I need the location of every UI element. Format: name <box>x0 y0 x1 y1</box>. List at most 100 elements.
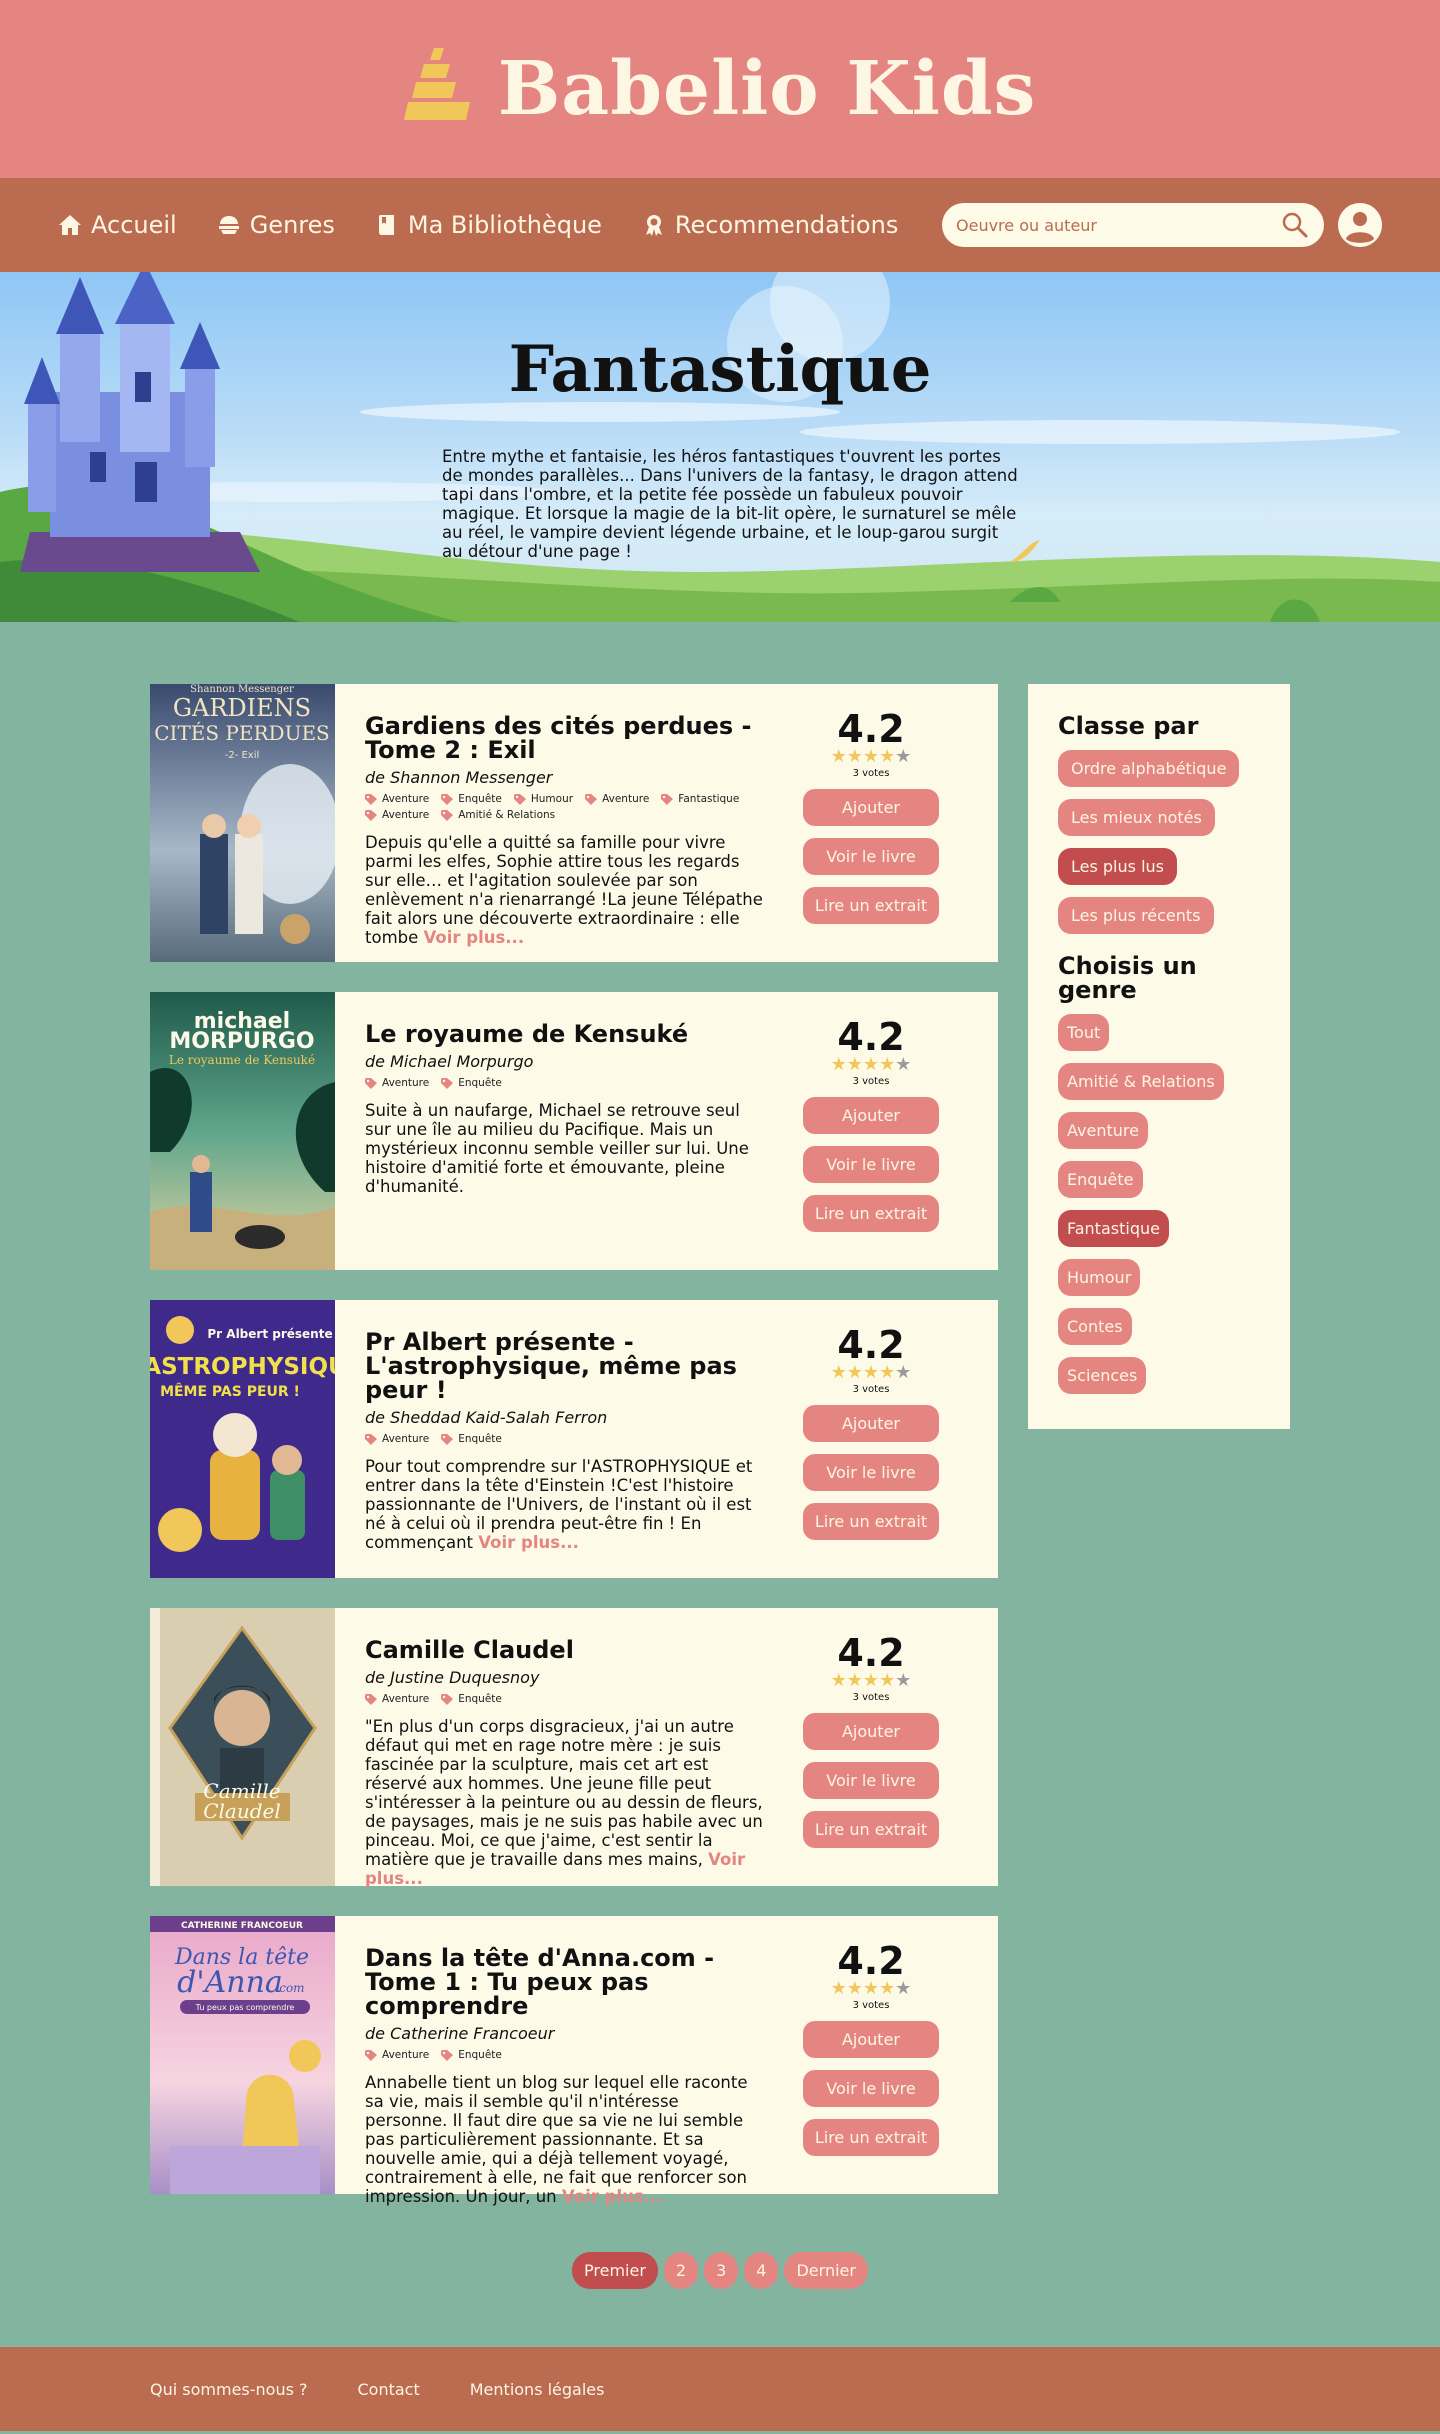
tag[interactable]: Amitié & Relations <box>441 809 555 821</box>
award-icon <box>645 215 662 236</box>
genre-option-fantastique[interactable]: Fantastique <box>1058 1210 1169 1247</box>
footer-link-about[interactable]: Qui sommes-nous ? <box>150 2380 308 2399</box>
tag[interactable]: Enquête <box>441 793 502 805</box>
tag-list: Aventure Enquête Humour Aventure Fantast… <box>365 793 763 821</box>
book-title[interactable]: Dans la tête d'Anna.com - Tome 1 : Tu pe… <box>365 1946 763 2018</box>
book-author[interactable]: de Catherine Francoeur <box>365 2024 763 2043</box>
book-card: CATHERINE FRANCOEUR Dans la tête d'Anna … <box>150 1916 998 2206</box>
genre-option-tout[interactable]: Tout <box>1058 1014 1110 1051</box>
tag[interactable]: Fantastique <box>661 793 739 805</box>
search-input[interactable] <box>956 215 1280 235</box>
tag-label: Aventure <box>382 2049 430 2061</box>
add-button[interactable]: Ajouter <box>803 1097 939 1134</box>
tag-label: Amitié & Relations <box>458 809 556 821</box>
book-description: Depuis qu'elle a quitté sa famille pour … <box>365 833 763 947</box>
sort-option-most-read[interactable]: Les plus lus <box>1058 848 1177 885</box>
view-book-button[interactable]: Voir le livre <box>803 1146 939 1183</box>
add-button[interactable]: Ajouter <box>803 1405 939 1442</box>
tag[interactable]: Humour <box>513 793 573 805</box>
genre-option-enquete[interactable]: Enquête <box>1058 1161 1143 1198</box>
add-button[interactable]: Ajouter <box>803 1713 939 1750</box>
star-icon: ★ <box>830 1978 847 1999</box>
tag[interactable]: Enquête <box>441 2049 502 2061</box>
logo-icon[interactable] <box>403 48 472 130</box>
user-avatar-icon[interactable] <box>1338 203 1382 247</box>
nav-item-recommendations[interactable]: Recommendations <box>642 211 898 239</box>
page-4-button[interactable]: 4 <box>744 2252 779 2289</box>
star-icon: ★ <box>846 1670 863 1691</box>
book-cover[interactable]: CATHERINE FRANCOEUR Dans la tête d'Anna … <box>150 1916 335 2194</box>
cover-title: Le royaume de Kensuké <box>169 1053 315 1067</box>
book-card: Pr Albert présente L'ASTROPHYSIQUE MÊME … <box>150 1300 998 1578</box>
add-button[interactable]: Ajouter <box>803 2021 939 2058</box>
sort-option-most-recent[interactable]: Les plus récents <box>1058 897 1214 934</box>
book-cover[interactable]: michael MORPURGO Le royaume de Kensuké <box>150 992 335 1270</box>
nav-item-bibliotheque[interactable]: Ma Bibliothèque <box>375 211 602 239</box>
tag-label: Enquête <box>458 1693 502 1705</box>
site-title[interactable]: Babelio Kids <box>498 46 1037 132</box>
tag-icon <box>441 809 454 821</box>
tag[interactable]: Enquête <box>441 1433 502 1445</box>
read-excerpt-button[interactable]: Lire un extrait <box>803 887 939 924</box>
view-book-button[interactable]: Voir le livre <box>803 2070 939 2107</box>
page-first-button[interactable]: Premier <box>572 2252 658 2289</box>
genre-option-humour[interactable]: Humour <box>1058 1259 1141 1296</box>
view-book-button[interactable]: Voir le livre <box>803 1762 939 1799</box>
add-button[interactable]: Ajouter <box>803 789 939 826</box>
tag[interactable]: Aventure <box>365 1433 429 1445</box>
search-icon[interactable] <box>1280 210 1310 240</box>
see-more-link[interactable]: Voir plus... <box>478 1533 579 1552</box>
star-icon: ★ <box>879 1670 896 1691</box>
sort-option-best-rated[interactable]: Les mieux notés <box>1058 799 1215 836</box>
book-title[interactable]: Le royaume de Kensuké <box>365 1022 763 1046</box>
nav-item-genres[interactable]: Genres <box>217 211 335 239</box>
tag[interactable]: Aventure <box>365 793 429 805</box>
star-icon: ★ <box>895 1670 912 1691</box>
genre-option-aventure[interactable]: Aventure <box>1058 1112 1148 1149</box>
rating-value: 4.2 <box>837 707 905 751</box>
read-excerpt-button[interactable]: Lire un extrait <box>803 1195 939 1232</box>
read-excerpt-button[interactable]: Lire un extrait <box>803 1811 939 1848</box>
book-author[interactable]: de Shannon Messenger <box>365 768 763 787</box>
see-more-link[interactable]: Voir plus... <box>562 2187 663 2206</box>
star-icon: ★ <box>846 746 863 767</box>
book-author[interactable]: de Sheddad Kaid-Salah Ferron <box>365 1408 763 1427</box>
read-excerpt-button[interactable]: Lire un extrait <box>803 1503 939 1540</box>
page-3-button[interactable]: 3 <box>704 2252 739 2289</box>
genre-description: Entre mythe et fantaisie, les héros fant… <box>442 447 1018 561</box>
book-info: Dans la tête d'Anna.com - Tome 1 : Tu pe… <box>335 1916 773 2206</box>
tag-icon <box>441 2049 454 2061</box>
tag[interactable]: Aventure <box>585 793 649 805</box>
filter-sidebar: Classe par Ordre alphabétique Les mieux … <box>1028 684 1290 1429</box>
book-title[interactable]: Gardiens des cités perdues - Tome 2 : Ex… <box>365 714 763 762</box>
star-rating: ★ ★ ★ ★ ★ <box>831 1980 912 1998</box>
book-author[interactable]: de Justine Duquesnoy <box>365 1668 763 1687</box>
sort-option-alphabetical[interactable]: Ordre alphabétique <box>1058 750 1240 787</box>
book-title[interactable]: Pr Albert présente - L'astrophysique, mê… <box>365 1330 763 1402</box>
footer-link-legal[interactable]: Mentions légales <box>470 2380 605 2399</box>
read-excerpt-button[interactable]: Lire un extrait <box>803 2119 939 2156</box>
star-icon: ★ <box>846 1978 863 1999</box>
tag[interactable]: Enquête <box>441 1077 502 1089</box>
tag[interactable]: Enquête <box>441 1693 502 1705</box>
view-book-button[interactable]: Voir le livre <box>803 1454 939 1491</box>
tag[interactable]: Aventure <box>365 2049 429 2061</box>
book-cover[interactable]: Camille Claudel <box>150 1608 335 1886</box>
genre-option-sciences[interactable]: Sciences <box>1058 1357 1147 1394</box>
nav-item-accueil[interactable]: Accueil <box>58 211 177 239</box>
book-cover[interactable]: Shannon Messenger GARDIENS CITÉS PERDUES… <box>150 684 335 962</box>
book-title[interactable]: Camille Claudel <box>365 1638 763 1662</box>
footer-link-contact[interactable]: Contact <box>358 2380 420 2399</box>
genre-option-amitie[interactable]: Amitié & Relations <box>1058 1063 1224 1100</box>
book-cover[interactable]: Pr Albert présente L'ASTROPHYSIQUE MÊME … <box>150 1300 335 1578</box>
page-last-button[interactable]: Dernier <box>784 2252 868 2289</box>
genre-option-contes[interactable]: Contes <box>1058 1308 1132 1345</box>
tag[interactable]: Aventure <box>365 809 429 821</box>
see-more-link[interactable]: Voir plus... <box>424 928 525 947</box>
tag[interactable]: Aventure <box>365 1077 429 1089</box>
view-book-button[interactable]: Voir le livre <box>803 838 939 875</box>
page-2-button[interactable]: 2 <box>663 2252 699 2289</box>
description-text: "En plus d'un corps disgracieux, j'ai un… <box>365 1717 763 1869</box>
tag[interactable]: Aventure <box>365 1693 429 1705</box>
book-author[interactable]: de Michael Morpurgo <box>365 1052 763 1071</box>
